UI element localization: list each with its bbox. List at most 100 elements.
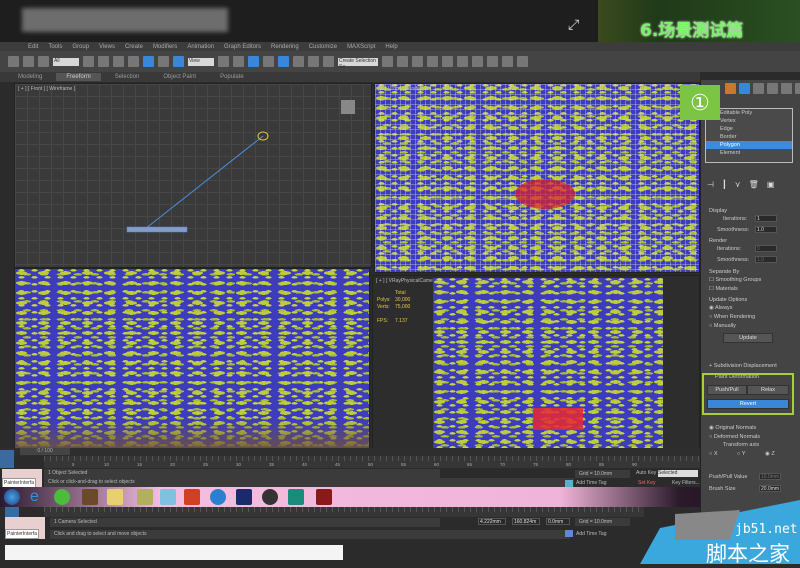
- manipulate-icon[interactable]: [233, 56, 244, 67]
- tab-selection[interactable]: Selection: [105, 73, 150, 81]
- rendered-frame-icon[interactable]: [502, 56, 513, 67]
- select-by-name-icon[interactable]: [98, 56, 109, 67]
- move-icon[interactable]: [143, 56, 154, 67]
- brush-size-spinner[interactable]: 20.0mm: [759, 485, 781, 492]
- tab-populate[interactable]: Populate: [210, 73, 254, 81]
- time-slider-thumb[interactable]: 0 / 100: [20, 448, 70, 455]
- iterations-spinner[interactable]: 1: [755, 215, 777, 222]
- modify-tab-icon[interactable]: [739, 83, 750, 94]
- axis-y-radio[interactable]: ○ Y: [737, 451, 745, 457]
- keyboard-shortcut-icon[interactable]: [248, 56, 259, 67]
- x-coordinate-field[interactable]: 4.222mm: [478, 518, 506, 525]
- menu-animation[interactable]: Animation: [187, 44, 214, 50]
- smoothness-spinner[interactable]: 1.0: [755, 226, 777, 233]
- remove-modifier-icon[interactable]: 🗑: [749, 180, 759, 189]
- viewport-layout-icon[interactable]: [5, 507, 19, 517]
- bind-icon[interactable]: [38, 56, 49, 67]
- percent-snap-icon[interactable]: [293, 56, 304, 67]
- display-tab-icon[interactable]: [781, 83, 792, 94]
- region-select-icon[interactable]: [113, 56, 124, 67]
- time-slider[interactable]: 0 / 100: [0, 448, 700, 456]
- ie-icon[interactable]: e: [30, 489, 46, 505]
- smoothing-groups-checkbox[interactable]: ☐ Smoothing Groups: [709, 277, 761, 283]
- render-setup-icon[interactable]: [487, 56, 498, 67]
- select-icon[interactable]: [83, 56, 94, 67]
- create-tab-icon[interactable]: [725, 83, 736, 94]
- tab-object-paint[interactable]: Object Paint: [153, 73, 206, 81]
- pin-stack-icon[interactable]: ⊣: [707, 180, 714, 189]
- viewport-perspective[interactable]: [14, 268, 370, 450]
- edit-named-selection-icon[interactable]: [323, 56, 334, 67]
- menu-edit[interactable]: Edit: [28, 44, 38, 50]
- viewport-top[interactable]: [ + ] [ Top ] [ Wireframe ]: [374, 83, 700, 273]
- track-bar[interactable]: [44, 507, 644, 517]
- app-icon[interactable]: [262, 489, 278, 505]
- original-normals-radio[interactable]: ◉ Original Normals: [709, 425, 756, 431]
- make-unique-icon[interactable]: ⋎: [735, 180, 741, 189]
- mirror-icon[interactable]: [382, 56, 393, 67]
- deformed-normals-radio[interactable]: ○ Deformed Normals: [709, 434, 760, 440]
- named-selection-dropdown[interactable]: Create Selection Se: [338, 57, 378, 70]
- set-key-button[interactable]: Set Key: [638, 480, 656, 486]
- viewport-layout-icon[interactable]: [0, 450, 14, 468]
- menu-modifiers[interactable]: Modifiers: [153, 44, 177, 50]
- maxscript-listener[interactable]: PainterInterfa: [2, 469, 42, 488]
- always-radio[interactable]: ◉ Always: [709, 305, 732, 311]
- show-end-icon[interactable]: ┃: [722, 180, 727, 189]
- app-icon[interactable]: [288, 489, 304, 505]
- menu-create[interactable]: Create: [125, 44, 143, 50]
- snap-icon[interactable]: [263, 56, 274, 67]
- menu-maxscript[interactable]: MAXScript: [347, 44, 375, 50]
- fullscreen-icon[interactable]: ⤢: [568, 16, 584, 32]
- app-icon[interactable]: [160, 489, 176, 505]
- link-icon[interactable]: [8, 56, 19, 67]
- materials-checkbox[interactable]: ☐ Materials: [709, 286, 738, 292]
- axis-x-radio[interactable]: ○ X: [709, 451, 718, 457]
- viewport-front[interactable]: [ + ] [ Front ] [ Wireframe ]: [14, 83, 372, 268]
- render-smoothness-spinner[interactable]: 1.0: [755, 256, 777, 263]
- window-crossing-icon[interactable]: [128, 56, 139, 67]
- photoshop-icon[interactable]: [236, 489, 252, 505]
- motion-tab-icon[interactable]: [767, 83, 778, 94]
- viewport-label[interactable]: [ + ] [ Top ] [ Wireframe ]: [378, 86, 431, 92]
- y-coordinate-field[interactable]: 160.824m: [512, 518, 540, 525]
- material-editor-icon[interactable]: [472, 56, 483, 67]
- layer-icon[interactable]: [412, 56, 423, 67]
- menu-graph-editors[interactable]: Graph Editors: [224, 44, 261, 50]
- key-filters-button[interactable]: Key Filters...: [672, 480, 700, 486]
- auto-key-button[interactable]: Auto Key: [636, 470, 656, 476]
- add-time-tag-button[interactable]: Add Time Tag: [576, 480, 606, 486]
- schematic-icon[interactable]: [457, 56, 468, 67]
- hierarchy-tab-icon[interactable]: [753, 83, 764, 94]
- utilities-tab-icon[interactable]: [795, 83, 800, 94]
- curve-editor-icon[interactable]: [442, 56, 453, 67]
- app-icon[interactable]: [54, 489, 70, 505]
- unlink-icon[interactable]: [23, 56, 34, 67]
- configure-icon[interactable]: ▣: [767, 180, 775, 189]
- stack-item[interactable]: Element: [706, 149, 792, 157]
- menu-group[interactable]: Group: [72, 44, 89, 50]
- graphite-icon[interactable]: [427, 56, 438, 67]
- add-time-tag-button[interactable]: Add Time Tag: [576, 531, 606, 537]
- update-button[interactable]: Update: [723, 333, 773, 343]
- render-icon[interactable]: [517, 56, 528, 67]
- pivot-icon[interactable]: [218, 56, 229, 67]
- app-icon[interactable]: [137, 489, 153, 505]
- manually-radio[interactable]: ○ Manually: [709, 323, 736, 329]
- menu-tools[interactable]: Tools: [48, 44, 62, 50]
- when-rendering-radio[interactable]: ○ When Rendering: [709, 314, 755, 320]
- stack-item-selected[interactable]: Polygon: [706, 141, 792, 149]
- render-iterations-spinner[interactable]: 0: [755, 245, 777, 252]
- align-icon[interactable]: [397, 56, 408, 67]
- subdivision-displacement-rollout[interactable]: + Subdivision Displacement: [709, 363, 777, 369]
- tab-freeform[interactable]: Freeform: [56, 73, 101, 81]
- angle-snap-icon[interactable]: [278, 56, 289, 67]
- 3dsmax-icon[interactable]: [316, 489, 332, 505]
- app-icon[interactable]: [210, 489, 226, 505]
- push-pull-value-spinner[interactable]: 10.0mm: [759, 473, 781, 480]
- viewport-camera[interactable]: [ + ] [ VRayPhysicalCamera001 ] Total Po…: [372, 275, 700, 451]
- stack-item[interactable]: Edge: [706, 125, 792, 133]
- menu-views[interactable]: Views: [99, 44, 115, 50]
- selection-filter-dropdown[interactable]: All: [53, 57, 79, 66]
- spinner-snap-icon[interactable]: [308, 56, 319, 67]
